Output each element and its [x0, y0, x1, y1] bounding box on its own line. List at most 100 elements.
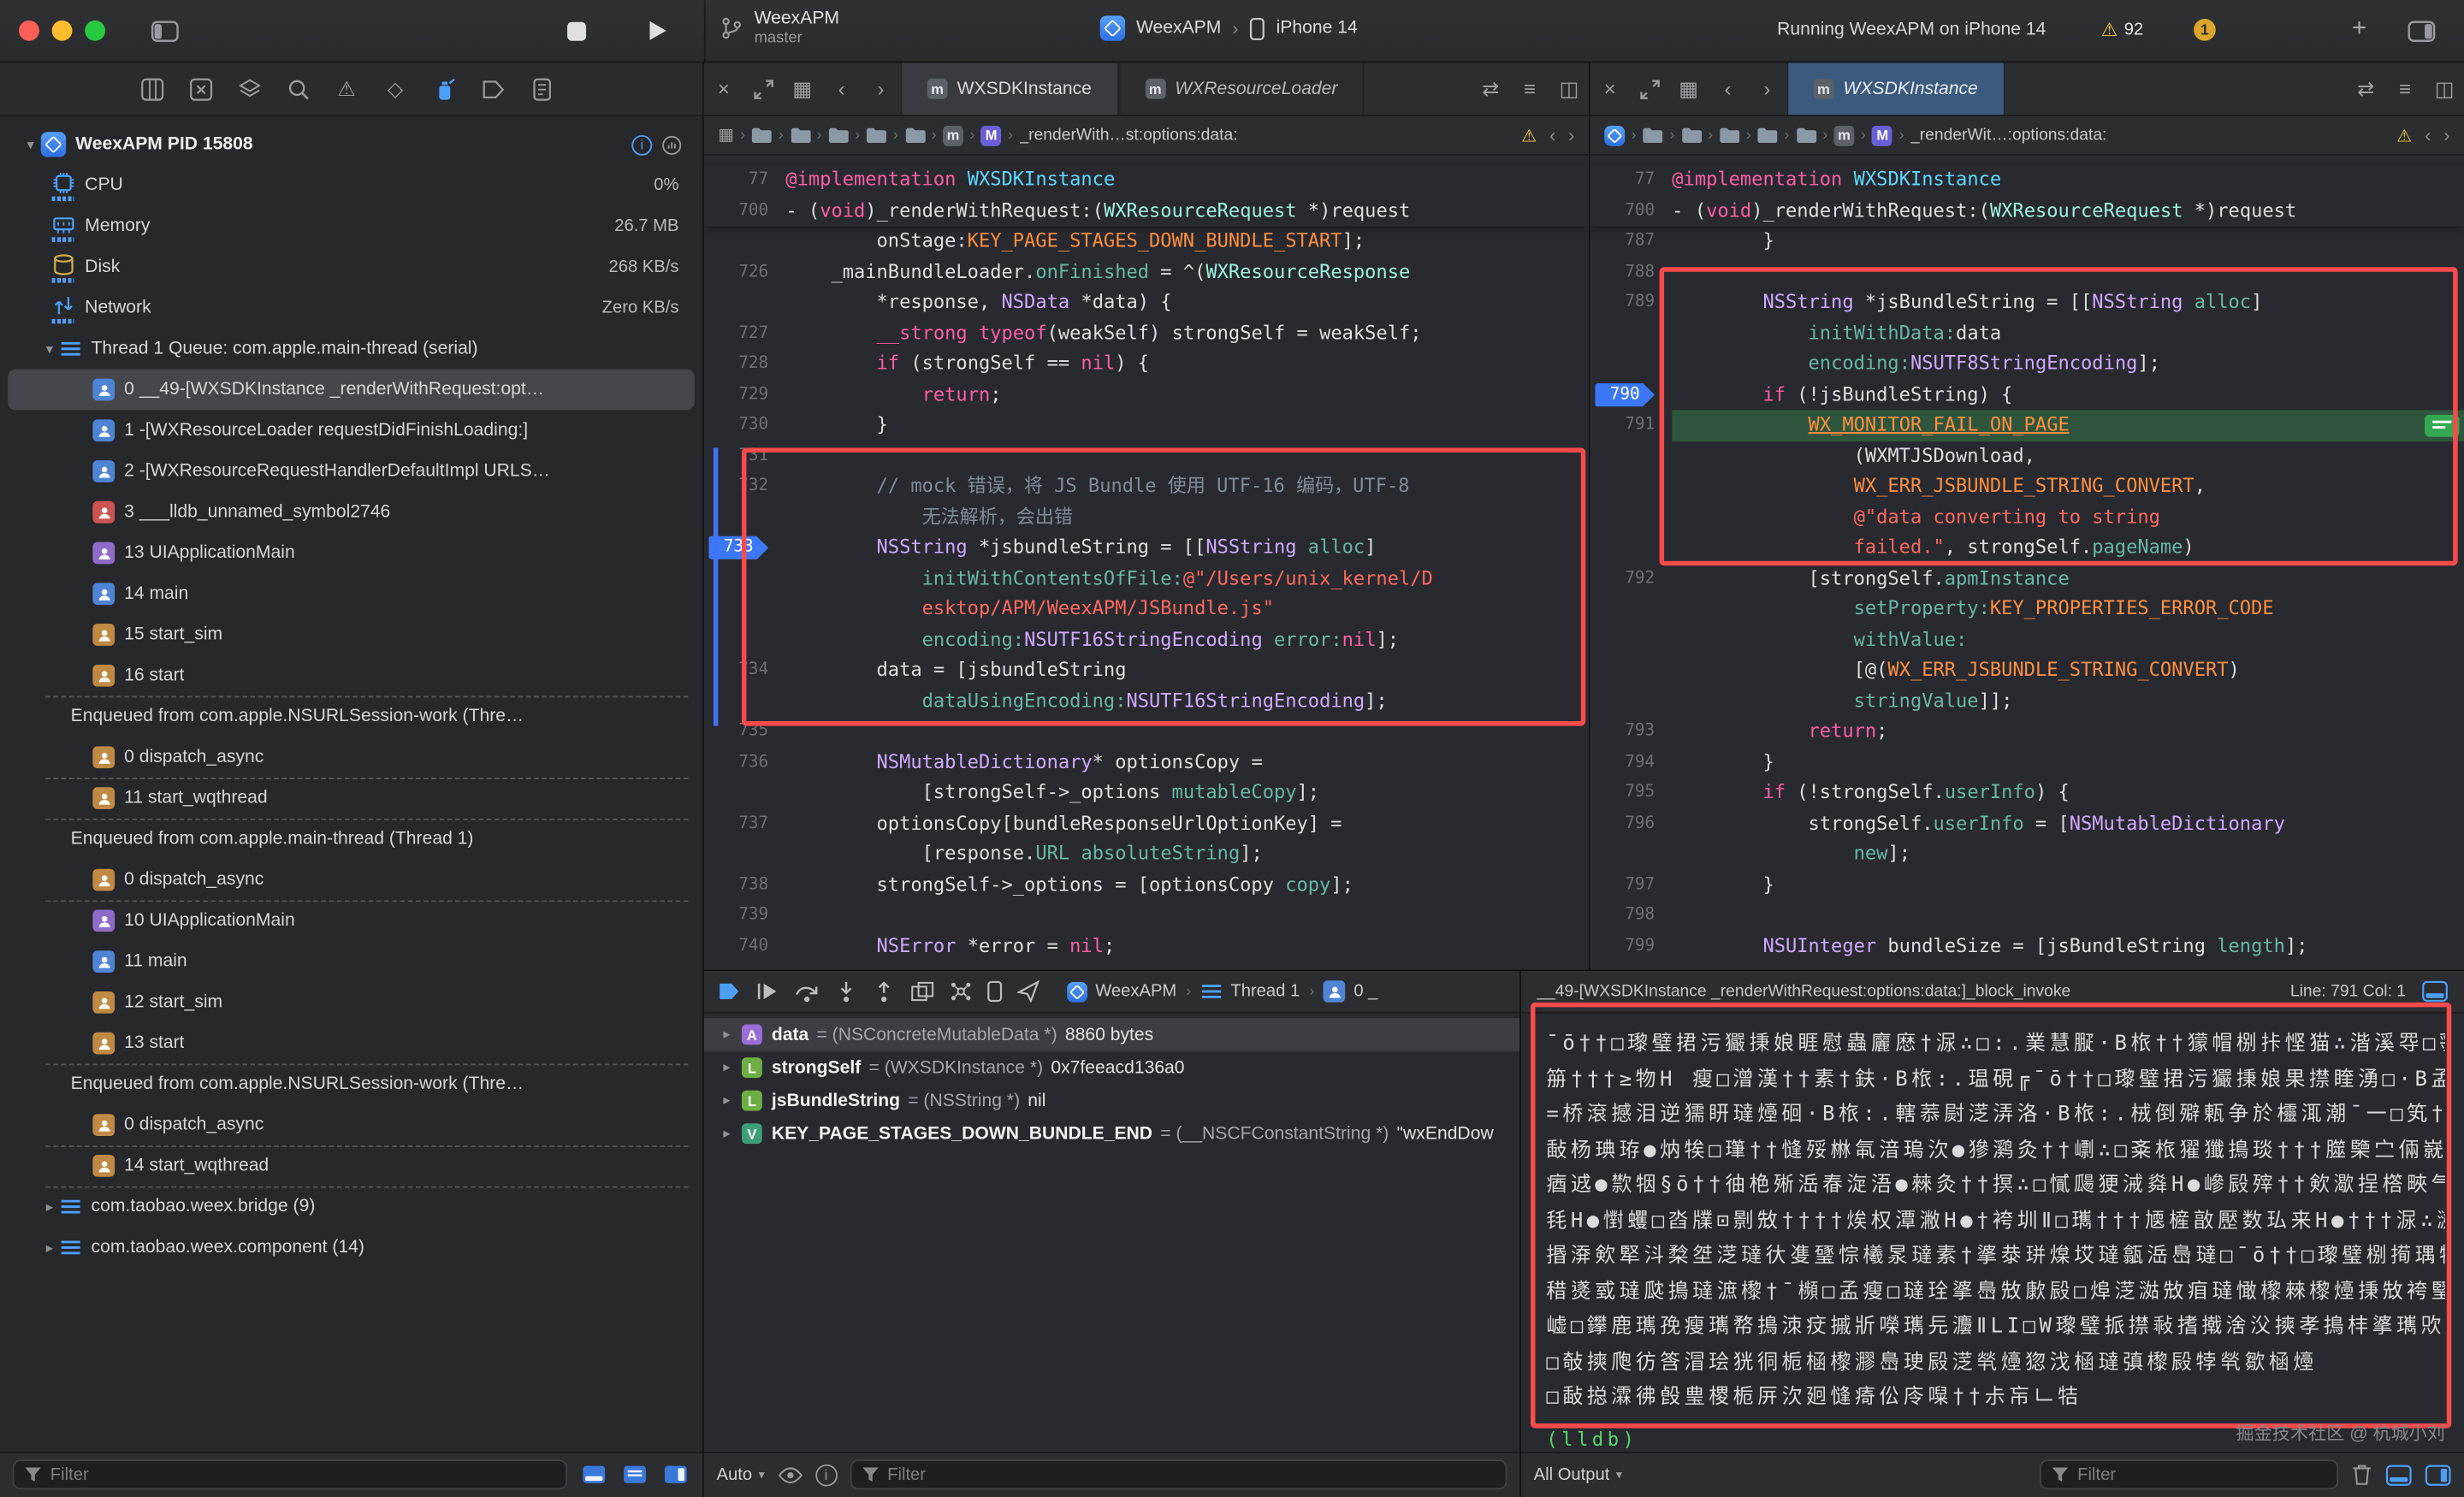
- toggle-navigator-icon[interactable]: [151, 21, 179, 43]
- warning-icon[interactable]: ⚠: [1521, 125, 1537, 145]
- back-icon[interactable]: ‹: [1709, 62, 1748, 115]
- app-icon[interactable]: [1604, 125, 1625, 145]
- code-line[interactable]: withValue:: [1590, 624, 2464, 655]
- folder-icon[interactable]: [828, 127, 849, 144]
- folder-icon[interactable]: [867, 127, 887, 144]
- location-icon[interactable]: [1016, 980, 1040, 1003]
- code-line[interactable]: 789 NSString *jsBundleString = [[NSStrin…: [1590, 287, 2464, 318]
- code-line[interactable]: 790 if (!jsBundleString) {: [1590, 380, 2464, 411]
- breakpoints-navigator-icon[interactable]: [479, 75, 506, 102]
- code-line[interactable]: 77@implementation WXSDKInstance: [1590, 165, 2464, 196]
- folder-icon[interactable]: [790, 127, 810, 144]
- line-number[interactable]: 789: [1590, 287, 1673, 318]
- step-out-icon[interactable]: [872, 980, 896, 1003]
- warnings-badge[interactable]: ⚠ 92: [2101, 19, 2144, 41]
- frame-row[interactable]: 0 dispatch_async: [8, 1104, 695, 1145]
- gauge-row-disk[interactable]: Disk268 KB/s: [8, 246, 695, 287]
- line-number[interactable]: [1590, 533, 1673, 564]
- code-line[interactable]: 735: [704, 717, 1589, 748]
- code-line[interactable]: 729 return;: [704, 380, 1589, 411]
- add-tab-icon[interactable]: +: [2352, 15, 2366, 44]
- code-line[interactable]: new];: [1590, 839, 2464, 870]
- stop-button[interactable]: [566, 21, 588, 43]
- console-filter-input[interactable]: [2077, 1465, 2327, 1484]
- info-icon[interactable]: i: [631, 134, 652, 155]
- line-number[interactable]: 797: [1590, 870, 1673, 901]
- folder-icon[interactable]: [904, 127, 925, 144]
- back-arrow-icon[interactable]: ‹: [1549, 124, 1555, 146]
- disclosure-triangle[interactable]: ▸: [717, 1059, 737, 1076]
- line-number[interactable]: 793: [1590, 717, 1673, 748]
- queue-row[interactable]: ▸com.taobao.weex.component (14): [8, 1227, 695, 1268]
- forward-arrow-icon[interactable]: ›: [1568, 124, 1574, 146]
- frame-row[interactable]: 11 main: [8, 941, 695, 982]
- step-into-icon[interactable]: [834, 980, 858, 1003]
- folder-icon[interactable]: [1757, 127, 1778, 144]
- console-filter-field[interactable]: [2040, 1460, 2338, 1490]
- folder-icon[interactable]: [1681, 127, 1702, 144]
- line-number[interactable]: [1590, 349, 1673, 380]
- minimize-window-button[interactable]: [52, 21, 73, 41]
- editor-tab[interactable]: mWXSDKInstance: [1786, 62, 2005, 115]
- code-line[interactable]: 799 NSUInteger bundleSize = [jsBundleStr…: [1590, 931, 2464, 962]
- expand-icon[interactable]: [743, 62, 783, 115]
- variable-row[interactable]: ▸LjsBundleString= (NSString *)nil: [704, 1084, 1519, 1117]
- line-number[interactable]: [1590, 839, 1673, 870]
- folder-icon[interactable]: [1643, 127, 1663, 144]
- frame-row[interactable]: 2 -[WXResourceRequestHandlerDefaultImpl …: [8, 451, 695, 492]
- line-number[interactable]: [1590, 624, 1673, 655]
- code-line[interactable]: 726 _mainBundleLoader.onFinished = ^(WXR…: [704, 257, 1589, 287]
- right-code-area[interactable]: 77@implementation WXSDKInstance700- (voi…: [1590, 156, 2464, 969]
- code-line[interactable]: @"data converting to string: [1590, 502, 2464, 533]
- qhead-row[interactable]: Enqueued from com.apple.main-thread (Thr…: [8, 819, 695, 860]
- code-line[interactable]: failed.", strongSelf.pageName): [1590, 533, 2464, 564]
- tests-navigator-icon[interactable]: ◇: [382, 75, 408, 102]
- close-window-button[interactable]: [19, 21, 39, 41]
- gauge-row-cpu[interactable]: CPU0%: [8, 165, 695, 206]
- disclosure-triangle[interactable]: ▸: [717, 1125, 737, 1142]
- back-arrow-icon[interactable]: ‹: [2425, 124, 2431, 146]
- frame-row[interactable]: 14 main: [8, 573, 695, 614]
- forward-icon[interactable]: ›: [862, 62, 901, 115]
- debug-navigator-icon[interactable]: [430, 75, 457, 102]
- line-number[interactable]: 798: [1590, 900, 1673, 931]
- frame-row[interactable]: 11 start_wqthread: [8, 778, 695, 819]
- split-editor-icon[interactable]: ◫: [2425, 62, 2464, 115]
- frame-row[interactable]: 1 -[WXResourceLoader requestDidFinishLoa…: [8, 410, 695, 451]
- method-symbol-icon[interactable]: M: [1872, 125, 1892, 145]
- code-line[interactable]: 739: [704, 900, 1589, 931]
- line-number[interactable]: [1590, 441, 1673, 471]
- line-number[interactable]: 729: [704, 380, 786, 411]
- line-number[interactable]: 727: [704, 318, 786, 349]
- objc-file-icon[interactable]: m: [943, 125, 963, 145]
- code-line[interactable]: 796 strongSelf.userInfo = [NSMutableDict…: [1590, 808, 2464, 839]
- show-crashed-threads-toggle[interactable]: [580, 1464, 608, 1488]
- code-line[interactable]: [@(WX_ERR_JSBUNDLE_STRING_CONVERT): [1590, 655, 2464, 686]
- code-line[interactable]: 733 NSString *jsbundleString = [[NSStrin…: [704, 533, 1589, 564]
- code-line[interactable]: 791 WX_MONITOR_FAIL_ON_PAGE: [1590, 410, 2464, 441]
- method-symbol-icon[interactable]: M: [981, 125, 1002, 145]
- close-icon[interactable]: ×: [704, 62, 743, 115]
- line-number[interactable]: 736: [704, 747, 786, 778]
- issues-navigator-icon[interactable]: ⚠: [333, 75, 359, 102]
- grid-icon[interactable]: ▦: [783, 62, 822, 115]
- code-line[interactable]: 700- (void)_renderWithRequest:(WXResourc…: [1590, 196, 2464, 227]
- code-line[interactable]: 730 }: [704, 410, 1589, 441]
- breadcrumb-label[interactable]: 0 _: [1353, 982, 1377, 1001]
- navigator-filter-input[interactable]: [50, 1465, 556, 1484]
- hide-console-icon[interactable]: [2421, 980, 2448, 1003]
- minimap-icon[interactable]: ≡: [2385, 62, 2425, 115]
- folder-icon[interactable]: [1719, 127, 1739, 144]
- code-line[interactable]: setProperty:KEY_PROPERTIES_ERROR_CODE: [1590, 594, 2464, 624]
- close-icon[interactable]: ×: [1590, 62, 1630, 115]
- code-line[interactable]: 738 strongSelf->_options = [optionsCopy …: [704, 870, 1589, 901]
- line-number[interactable]: [1590, 502, 1673, 533]
- frame-row[interactable]: 0 dispatch_async: [8, 860, 695, 901]
- code-line[interactable]: dataUsingEncoding:NSUTF16StringEncoding]…: [704, 686, 1589, 717]
- disclosure-triangle[interactable]: ▸: [39, 1239, 60, 1256]
- line-number[interactable]: 740: [704, 931, 786, 962]
- back-icon[interactable]: ‹: [822, 62, 862, 115]
- line-number[interactable]: 790: [1590, 380, 1673, 411]
- split-editor-icon[interactable]: ◫: [1549, 62, 1589, 115]
- disclosure-triangle[interactable]: ▸: [717, 1026, 737, 1043]
